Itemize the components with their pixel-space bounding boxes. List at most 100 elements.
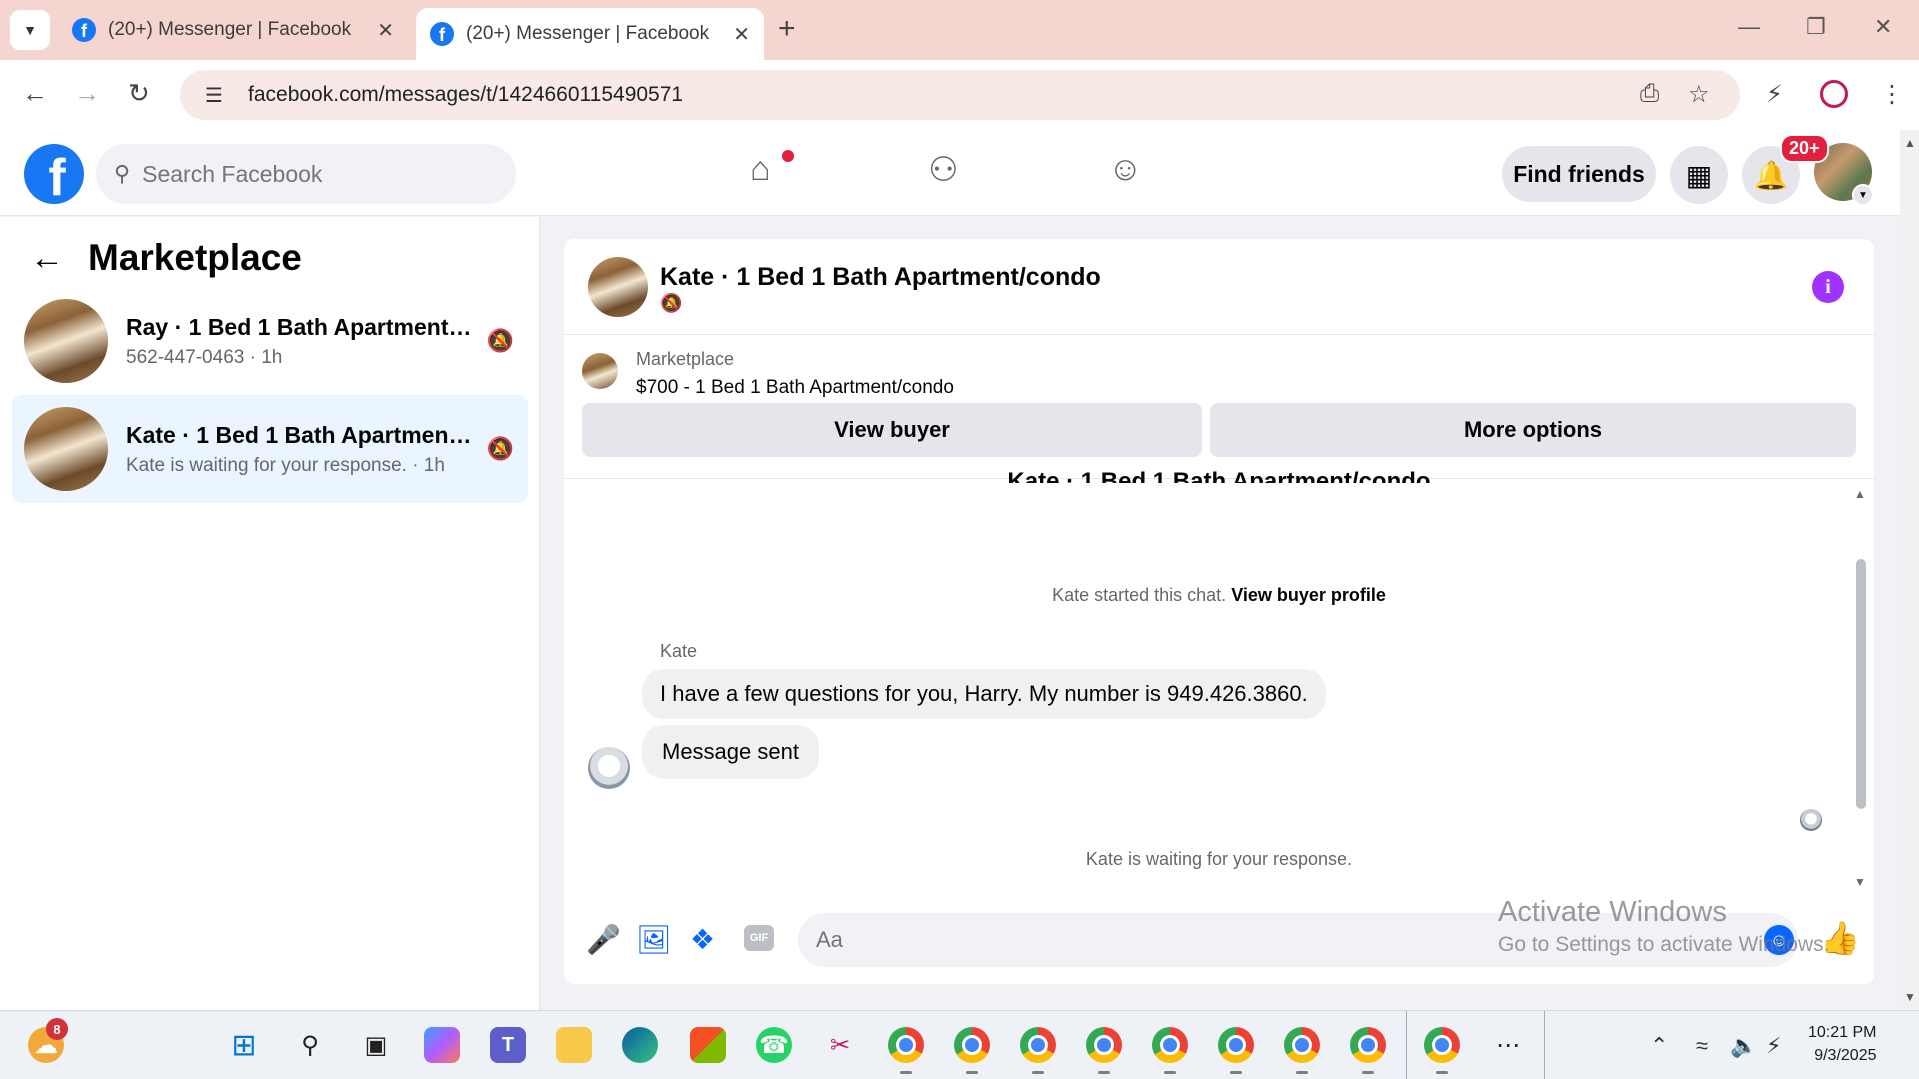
message-bubble[interactable]: I have a few questions for you, Harry. M… <box>642 669 1326 719</box>
copilot-icon[interactable] <box>424 1027 460 1063</box>
listing-thumbnail <box>24 299 108 383</box>
view-buyer-profile-link[interactable]: View buyer profile <box>1231 585 1386 605</box>
gif-icon[interactable]: GIF <box>744 925 774 951</box>
listing-thumbnail <box>24 407 108 491</box>
system-clock[interactable]: 10:21 PM 9/3/2025 <box>1808 1021 1876 1067</box>
info-icon[interactable]: i <box>1812 271 1844 303</box>
install-app-icon[interactable]: ⎙ <box>1640 80 1659 108</box>
marketplace-inbox-panel: ← Marketplace Ray · 1 Bed 1 Bath Apartme… <box>0 217 540 1010</box>
more-options-button[interactable]: More options <box>1210 403 1856 457</box>
browser-profile-icon[interactable] <box>1820 80 1848 108</box>
browser-tab-active[interactable]: f (20+) Messenger | Facebook ✕ <box>416 8 764 60</box>
chrome-profile-icon[interactable] <box>1086 1027 1122 1063</box>
panel-title: Marketplace <box>88 237 302 278</box>
close-tab-icon[interactable]: ✕ <box>377 18 394 43</box>
chrome-profile-icon[interactable] <box>1284 1027 1320 1063</box>
window-close-icon[interactable]: ✕ <box>1874 14 1892 40</box>
home-icon[interactable]: ⌂ <box>750 150 771 189</box>
microphone-icon[interactable]: 🎤 <box>586 923 621 956</box>
scroll-up-icon[interactable]: ▲ <box>1904 136 1916 150</box>
chrome-profile-icon[interactable] <box>1350 1027 1386 1063</box>
store-icon[interactable] <box>690 1027 726 1063</box>
extension-icon[interactable]: ⚡ <box>1766 80 1783 109</box>
scroll-up-icon[interactable]: ▲ <box>1854 487 1866 501</box>
chrome-profile-icon[interactable] <box>1218 1027 1254 1063</box>
apps-grid-icon[interactable]: ▦ <box>1670 146 1728 204</box>
search-box[interactable]: ⚲ <box>96 144 516 204</box>
tab-search-dropdown-icon[interactable]: ▼ <box>10 10 50 50</box>
facebook-favicon-icon: f <box>72 18 96 42</box>
muted-bell-icon: 🔕 <box>486 436 514 461</box>
teams-icon[interactable]: T <box>490 1027 526 1063</box>
page-scrollbar[interactable]: ▲ ▼ <box>1900 130 1919 1010</box>
taskbar-separator <box>1406 1011 1407 1079</box>
volume-icon[interactable]: 🔈 <box>1730 1033 1757 1059</box>
message-bubble[interactable]: Message sent <box>642 725 819 779</box>
browser-tab-inactive[interactable]: f (20+) Messenger | Facebook ✕ <box>58 8 408 52</box>
reload-icon[interactable]: ↻ <box>128 78 150 109</box>
chat-listing-thumbnail[interactable] <box>588 257 648 317</box>
chat-scrollbar[interactable]: ▲ ▼ <box>1852 487 1868 889</box>
chat-title[interactable]: Kate · 1 Bed 1 Bath Apartment/condo <box>660 263 1101 292</box>
search-icon[interactable]: ⚲ <box>292 1027 328 1063</box>
friends-icon[interactable]: ⚇ <box>928 150 958 190</box>
edge-icon[interactable] <box>622 1027 658 1063</box>
windows-taskbar: ☁ ⊞ ⚲ ▣ T ☎ ✂ ⋯ ⌃ ≈ 🔈 ⚡ 10:21 PM 9/3/202… <box>0 1010 1919 1079</box>
running-indicator <box>1296 1071 1308 1074</box>
running-indicator <box>966 1071 978 1074</box>
photo-icon[interactable]: 🖼 <box>636 923 672 956</box>
conversation-item-ray[interactable]: Ray · 1 Bed 1 Bath Apartment/co... 562-4… <box>12 287 528 395</box>
sender-avatar[interactable] <box>588 747 630 789</box>
battery-icon[interactable]: ⚡ <box>1766 1033 1781 1059</box>
groups-icon[interactable]: ☺ <box>1108 150 1143 189</box>
bookmark-star-icon[interactable]: ☆ <box>1688 80 1710 109</box>
file-explorer-icon[interactable] <box>556 1027 592 1063</box>
message-thread: Kate · 1 Bed 1 Bath Apartment/condo Kate… <box>564 468 1874 899</box>
chevron-down-icon[interactable]: ▼ <box>1852 184 1874 206</box>
clock-time: 10:21 PM <box>1808 1024 1877 1041</box>
sticker-icon[interactable]: ❖ <box>690 923 715 956</box>
running-indicator <box>900 1071 912 1074</box>
facebook-logo-icon[interactable]: f <box>24 144 84 204</box>
restore-icon[interactable]: ❐ <box>1806 14 1826 40</box>
chrome-profile-icon[interactable] <box>1020 1027 1056 1063</box>
running-indicator <box>1164 1071 1176 1074</box>
thumbs-up-icon[interactable]: 👍 <box>1820 919 1860 957</box>
search-input[interactable] <box>142 160 463 188</box>
facebook-header: f ⚲ ⌂ ⚇ ☺ Find friends ▦ 🔔 <box>0 130 1900 216</box>
muted-bell-icon: 🔕 <box>486 328 514 353</box>
conversation-item-kate[interactable]: Kate · 1 Bed 1 Bath Apartment/c... Kate … <box>12 395 528 503</box>
wifi-icon[interactable]: ≈ <box>1696 1033 1708 1059</box>
view-buyer-button[interactable]: View buyer <box>582 403 1202 457</box>
message-input[interactable] <box>798 913 1798 967</box>
chat-scroll-thumb[interactable] <box>1856 559 1866 809</box>
forward-icon[interactable]: → <box>74 78 100 109</box>
scroll-down-icon[interactable]: ▼ <box>1854 875 1866 889</box>
close-tab-icon[interactable]: ✕ <box>733 22 750 47</box>
site-settings-icon[interactable]: ☰ <box>194 77 234 113</box>
chrome-profile-icon[interactable] <box>954 1027 990 1063</box>
omnibox[interactable]: ☰ facebook.com/messages/t/14246601154905… <box>180 70 1740 120</box>
url-text[interactable]: facebook.com/messages/t/1424660115490571 <box>248 83 683 107</box>
scroll-down-icon[interactable]: ▼ <box>1904 990 1916 1004</box>
task-view-icon[interactable]: ▣ <box>358 1027 394 1063</box>
find-friends-button[interactable]: Find friends <box>1502 146 1656 202</box>
running-indicator <box>1230 1071 1242 1074</box>
emoji-icon[interactable]: ☺ <box>1764 925 1794 955</box>
new-tab-button[interactable]: + <box>778 12 796 46</box>
listing-price-title[interactable]: $700 - 1 Bed 1 Bath Apartment/condo <box>636 377 954 399</box>
chrome-profile-icon[interactable] <box>888 1027 924 1063</box>
browser-menu-icon[interactable]: ⋮ <box>1880 80 1904 109</box>
back-icon[interactable]: ← <box>22 78 48 109</box>
chrome-profile-icon[interactable] <box>1424 1027 1460 1063</box>
back-arrow-icon[interactable]: ← <box>30 239 64 278</box>
more-icon[interactable]: ⋯ <box>1490 1027 1526 1063</box>
minimize-icon[interactable]: — <box>1738 14 1760 40</box>
snipping-tool-icon[interactable]: ✂ <box>822 1027 858 1063</box>
start-icon[interactable]: ⊞ <box>226 1027 262 1063</box>
chevron-up-icon[interactable]: ⌃ <box>1650 1033 1668 1059</box>
address-bar-row: ← → ↻ ☰ facebook.com/messages/t/14246601… <box>0 60 1919 130</box>
chrome-profile-icon[interactable] <box>1152 1027 1188 1063</box>
tab-title: (20+) Messenger | Facebook <box>466 23 710 44</box>
whatsapp-icon[interactable]: ☎ <box>756 1027 792 1063</box>
